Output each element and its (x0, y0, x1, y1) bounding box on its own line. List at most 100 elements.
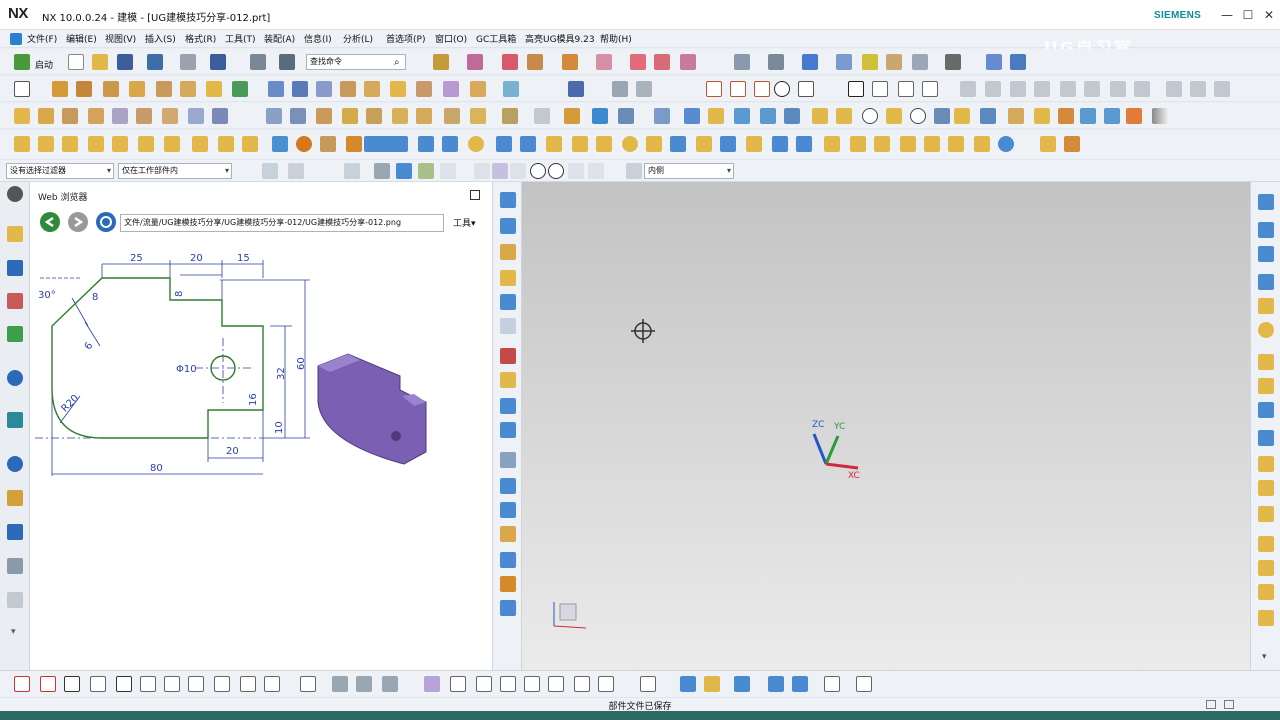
cooling-icon[interactable] (784, 108, 800, 124)
grid-tools-icon[interactable] (364, 136, 408, 152)
right-tool-j-icon[interactable] (1258, 430, 1274, 446)
polyline-icon[interactable] (872, 81, 888, 97)
back-arrow-icon[interactable] (40, 212, 60, 232)
mold-aa-icon[interactable] (746, 136, 762, 152)
groove-icon[interactable] (112, 108, 128, 124)
analysis-b-icon[interactable] (680, 676, 696, 692)
edit-curve-b-icon[interactable] (450, 676, 466, 692)
forward-arrow-icon[interactable] (68, 212, 88, 232)
assembly-navigator-icon[interactable] (7, 226, 23, 242)
orient-view-icon[interactable] (527, 54, 543, 70)
mold-x-icon[interactable] (670, 136, 686, 152)
background-icon[interactable] (912, 54, 928, 70)
bom-icon[interactable] (954, 108, 970, 124)
mold-ae-icon[interactable] (850, 136, 866, 152)
edit-object-display-icon[interactable] (802, 54, 818, 70)
right-tool-i-icon[interactable] (1258, 402, 1274, 418)
snap-mid-icon[interactable] (474, 163, 490, 179)
mold-af-icon[interactable] (874, 136, 890, 152)
wall-icon[interactable] (500, 422, 516, 438)
stack-icon[interactable] (500, 452, 516, 468)
start-icon[interactable] (14, 54, 30, 70)
snap-existing-icon[interactable] (568, 163, 584, 179)
refresh-icon[interactable] (96, 212, 116, 232)
hole-icon[interactable] (103, 81, 119, 97)
point-icon[interactable] (898, 81, 914, 97)
palette-icon[interactable] (500, 294, 516, 310)
quick-trim-icon[interactable] (960, 81, 976, 97)
page-icon[interactable] (500, 502, 516, 518)
mold-l-icon[interactable] (320, 136, 336, 152)
rectangle-icon[interactable] (848, 81, 864, 97)
block-feature-icon[interactable] (500, 244, 516, 260)
graphics-viewport[interactable]: ZC YC XC (522, 182, 1250, 670)
unite-icon[interactable] (232, 81, 248, 97)
menu-edit[interactable]: 编辑(E) (66, 32, 97, 45)
patch-icon[interactable] (290, 108, 306, 124)
offset-curve-icon[interactable] (1034, 81, 1050, 97)
mold-y-icon[interactable] (696, 136, 712, 152)
part-navigator-icon[interactable] (7, 293, 23, 309)
studio-spline-icon[interactable] (922, 81, 938, 97)
mold-p-icon[interactable] (468, 136, 484, 152)
curve-tool-f-icon[interactable] (264, 676, 280, 692)
color-cube-icon[interactable] (500, 348, 516, 364)
edge-blend-icon[interactable] (268, 81, 284, 97)
view-iso-icon[interactable] (596, 54, 612, 70)
right-tool-m-icon[interactable] (1258, 506, 1274, 522)
layer-settings-icon[interactable] (734, 54, 750, 70)
curve-tool-i-icon[interactable] (356, 676, 372, 692)
status-icon-a[interactable] (1206, 700, 1216, 709)
rectangle-tool-icon[interactable] (64, 676, 80, 692)
variational-sweep-icon[interactable] (470, 108, 486, 124)
filter-brush-icon[interactable] (500, 318, 516, 334)
mold-m-icon[interactable] (346, 136, 362, 152)
make-corner-icon[interactable] (1010, 81, 1026, 97)
mold-aj-icon[interactable] (974, 136, 990, 152)
trim-body-icon[interactable] (364, 81, 380, 97)
right-tool-a-icon[interactable] (1258, 194, 1274, 210)
datum-csys-icon[interactable] (568, 81, 584, 97)
mold-e-icon[interactable] (112, 136, 128, 152)
mold-tool-c-icon[interactable] (618, 108, 634, 124)
sphere-icon[interactable] (88, 108, 104, 124)
save-as-icon[interactable] (210, 54, 226, 70)
gate-icon[interactable] (886, 108, 902, 124)
edit-curve-e-icon[interactable] (524, 676, 540, 692)
runner-icon[interactable] (910, 108, 926, 124)
assembly-drawing-icon[interactable] (980, 108, 996, 124)
view-top-icon[interactable] (654, 54, 670, 70)
view-right-icon[interactable] (680, 54, 696, 70)
move-face-icon[interactable] (443, 81, 459, 97)
menu-analysis[interactable]: 分析(L) (343, 32, 373, 45)
remove-parameters-icon[interactable] (1126, 108, 1142, 124)
mold-c-icon[interactable] (62, 136, 78, 152)
command-finder-icon[interactable] (279, 54, 295, 70)
frame-icon[interactable] (500, 372, 516, 388)
pad-icon[interactable] (180, 81, 196, 97)
mold-b-icon[interactable] (38, 136, 54, 152)
mold-n-icon[interactable] (418, 136, 434, 152)
curve-tool-g-icon[interactable] (300, 676, 316, 692)
cylinder-icon[interactable] (38, 108, 54, 124)
mold-h-icon[interactable] (192, 136, 208, 152)
camera-icon[interactable] (1104, 108, 1120, 124)
mold-t-icon[interactable] (572, 136, 588, 152)
quick-extend-icon[interactable] (985, 81, 1001, 97)
auto-constrain-icon[interactable] (1190, 81, 1206, 97)
mold-u-icon[interactable] (596, 136, 612, 152)
cube-icon[interactable] (500, 270, 516, 286)
mold-ab-icon[interactable] (772, 136, 788, 152)
select-face-icon[interactable] (396, 163, 412, 179)
revolve-icon[interactable] (76, 81, 92, 97)
thread-icon[interactable] (188, 108, 204, 124)
curve-tool-d-icon[interactable] (214, 676, 230, 692)
show-hide-icon[interactable] (768, 54, 784, 70)
history-clock-icon[interactable] (7, 456, 23, 472)
menu-help[interactable]: 帮助(H) (600, 32, 632, 45)
right-tool-c-icon[interactable] (1258, 246, 1274, 262)
translucency-icon[interactable] (886, 54, 902, 70)
curve-tool-c-icon[interactable] (188, 676, 204, 692)
mold-s-icon[interactable] (546, 136, 562, 152)
hole-table-icon[interactable] (1008, 108, 1024, 124)
